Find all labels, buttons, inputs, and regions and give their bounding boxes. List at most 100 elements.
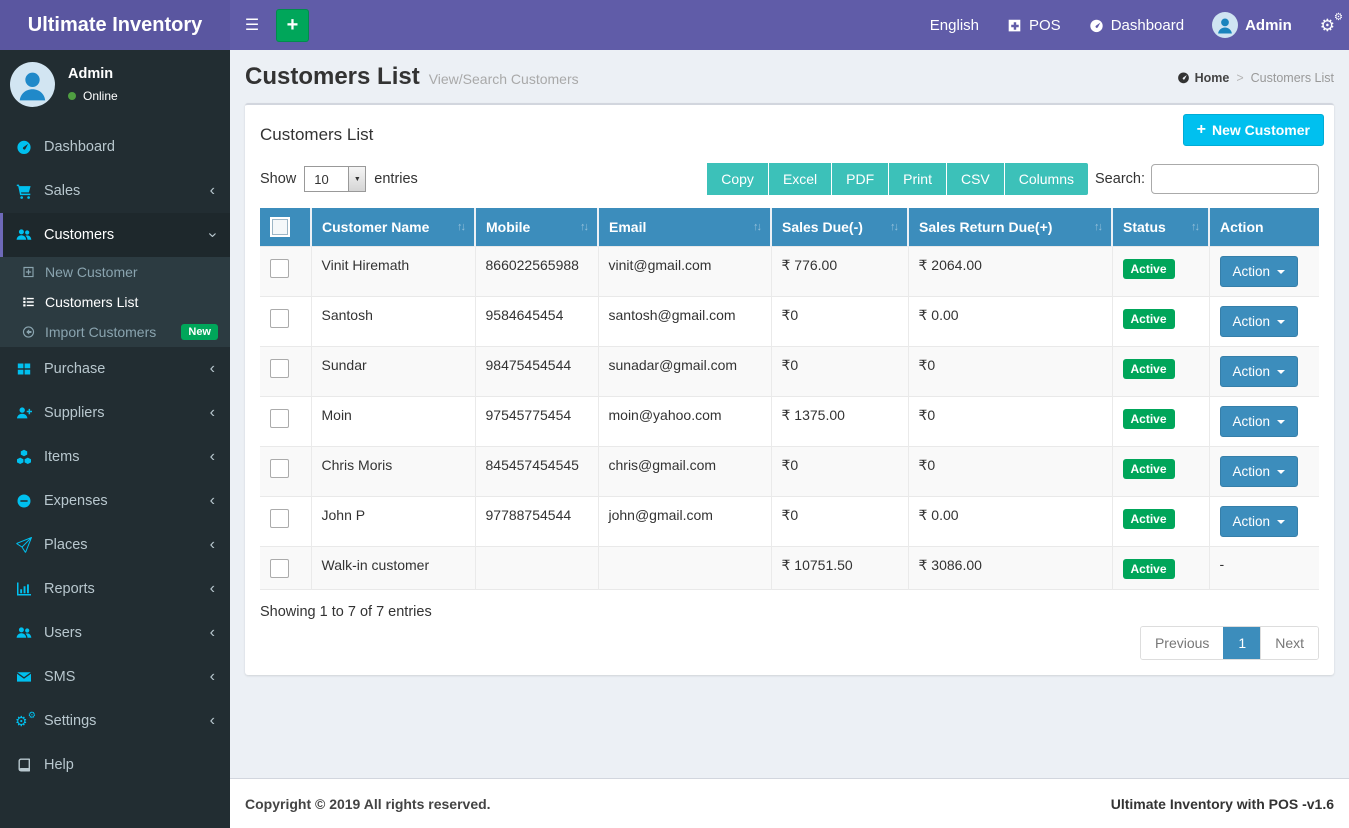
action-dropdown-button[interactable]: Action	[1219, 356, 1299, 387]
pagination: Previous 1 Next	[1139, 626, 1319, 660]
status-badge: Active	[1122, 509, 1175, 529]
export-button[interactable]: Columns	[1004, 163, 1089, 195]
breadcrumb: Home > Customers List	[1177, 71, 1334, 85]
row-checkbox[interactable]	[270, 309, 289, 328]
sidebar-user-status[interactable]: Online	[68, 89, 118, 103]
entries-select[interactable]: 10 ▼	[304, 166, 367, 192]
new-customer-button[interactable]: + New Customer	[1182, 114, 1324, 146]
sidebar-item-sales[interactable]: Sales ‹	[0, 169, 230, 213]
new-badge: New	[181, 324, 218, 340]
sidebar-item-customers[interactable]: Customers ‹	[0, 213, 230, 257]
users-icon	[15, 625, 33, 641]
cell-email: john@gmail.com	[597, 496, 771, 547]
cell-customer-name: Moin	[310, 396, 475, 447]
action-dropdown-button[interactable]: Action	[1219, 406, 1299, 437]
row-checkbox[interactable]	[270, 559, 289, 578]
customer-row: John P 97788754544 john@gmail.com ₹0 ₹ 0…	[260, 496, 1319, 547]
pagination-previous[interactable]: Previous	[1140, 627, 1224, 659]
cell-action: Action	[1208, 246, 1319, 297]
nav-pos[interactable]: POS	[993, 0, 1075, 50]
column-header-customer-name[interactable]: Customer Name ↑↓	[310, 208, 475, 247]
column-header-status[interactable]: Status ↑↓	[1111, 208, 1209, 247]
row-checkbox[interactable]	[270, 409, 289, 428]
user-icon	[1215, 16, 1235, 36]
sidebar-item-suppliers[interactable]: Suppliers ‹	[0, 391, 230, 435]
app-logo[interactable]: Ultimate Inventory	[0, 0, 230, 50]
cell-checkbox	[260, 397, 311, 447]
gauge-icon	[1089, 18, 1104, 33]
sidebar-item-customers-list[interactable]: Customers List	[0, 287, 230, 317]
sidebar-item-sms[interactable]: SMS ‹	[0, 655, 230, 699]
cell-email: moin@yahoo.com	[597, 396, 771, 447]
sidebar-item-expenses[interactable]: Expenses ‹	[0, 479, 230, 523]
breadcrumb-home[interactable]: Home	[1177, 71, 1229, 85]
cell-customer-name: Walk-in customer	[310, 546, 475, 590]
caret-down-icon	[1277, 369, 1286, 378]
export-button[interactable]: Excel	[768, 163, 832, 195]
status-badge: Active	[1122, 359, 1175, 379]
hamburger-icon: ☰	[244, 17, 260, 34]
chevron-left-icon: ‹	[209, 624, 215, 641]
sidebar-item-users[interactable]: Users ‹	[0, 611, 230, 655]
chevron-left-icon: ‹	[209, 668, 215, 685]
cell-mobile: 98475454544	[474, 346, 598, 397]
entries-select-value: 10	[314, 171, 329, 187]
pagination-page-1[interactable]: 1	[1223, 627, 1261, 659]
cell-customer-name: Sundar	[310, 346, 475, 397]
sidebar-item-reports[interactable]: Reports ‹	[0, 567, 230, 611]
plus-square-icon	[21, 265, 36, 279]
sidebar-item-import-customers[interactable]: Import Customers New	[0, 317, 230, 347]
export-button[interactable]: Print	[889, 163, 946, 195]
action-dropdown-button[interactable]: Action	[1219, 306, 1299, 337]
cell-email: santosh@gmail.com	[597, 296, 771, 347]
sidebar-item-dashboard[interactable]: Dashboard	[0, 125, 230, 169]
cell-sales-due: ₹0	[770, 296, 908, 347]
status-badge: Active	[1122, 259, 1175, 279]
sidebar-item-new-customer[interactable]: New Customer	[0, 257, 230, 287]
sidebar-item-help[interactable]: Help	[0, 743, 230, 787]
nav-settings[interactable]: ⚙ ⚙	[1306, 0, 1349, 50]
action-dropdown-button[interactable]: Action	[1219, 506, 1299, 537]
cell-sales-return-due: ₹0	[907, 446, 1112, 497]
cell-sales-due: ₹ 1375.00	[770, 396, 908, 447]
sidebar-item-places[interactable]: Places ‹	[0, 523, 230, 567]
row-checkbox[interactable]	[270, 509, 289, 528]
sidebar-item-purchase[interactable]: Purchase ‹	[0, 347, 230, 391]
breadcrumb-current: Customers List	[1250, 70, 1334, 85]
sidebar-toggle-button[interactable]: ☰	[230, 0, 274, 50]
export-button[interactable]: PDF	[832, 163, 889, 195]
row-checkbox[interactable]	[270, 459, 289, 478]
sidebar-item-items[interactable]: Items ‹	[0, 435, 230, 479]
export-button[interactable]: CSV	[946, 163, 1004, 195]
cell-mobile	[474, 546, 598, 590]
plus-icon: +	[286, 14, 299, 36]
column-header-sales-due[interactable]: Sales Due(-) ↑↓	[770, 208, 908, 247]
export-button[interactable]: Copy	[707, 163, 768, 195]
cell-email: vinit@gmail.com	[597, 246, 771, 297]
action-dropdown-button[interactable]: Action	[1219, 256, 1299, 287]
cell-customer-name: Vinit Hiremath	[310, 246, 475, 297]
row-checkbox[interactable]	[270, 259, 289, 278]
nav-dashboard[interactable]: Dashboard	[1075, 0, 1198, 50]
column-header-sales-return-due[interactable]: Sales Return Due(+) ↑↓	[907, 208, 1112, 247]
column-header-email[interactable]: Email ↑↓	[597, 208, 771, 247]
breadcrumb-separator: >	[1236, 70, 1244, 85]
grid-icon	[15, 361, 33, 377]
sort-icon: ↑↓	[580, 221, 589, 233]
nav-user-menu[interactable]: Admin	[1198, 0, 1306, 50]
cubes-icon	[15, 449, 33, 465]
row-checkbox[interactable]	[270, 359, 289, 378]
status-badge: Active	[1122, 559, 1175, 579]
cell-status: Active	[1111, 246, 1209, 297]
action-dropdown-button[interactable]: Action	[1219, 456, 1299, 487]
sidebar-item-settings[interactable]: ⚙ ⚙ Settings ‹	[0, 699, 230, 743]
column-header-mobile[interactable]: Mobile ↑↓	[474, 208, 598, 247]
cell-mobile: 9584645454	[474, 296, 598, 347]
cell-action: Action	[1208, 396, 1319, 447]
pagination-next[interactable]: Next	[1260, 627, 1318, 659]
search-input[interactable]	[1151, 164, 1319, 194]
nav-language[interactable]: English	[916, 0, 993, 50]
page-footer: Copyright © 2019 All rights reserved. Ul…	[230, 778, 1349, 828]
select-all-checkbox[interactable]	[270, 217, 290, 237]
quick-add-button[interactable]: +	[276, 8, 309, 42]
